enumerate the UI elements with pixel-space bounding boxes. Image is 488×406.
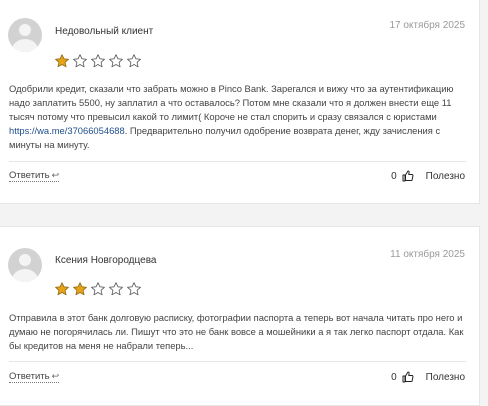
star-empty-icon <box>91 282 105 296</box>
star-empty-icon <box>109 54 123 68</box>
avatar <box>8 248 42 282</box>
star-empty-icon <box>109 282 123 296</box>
avatar <box>8 18 42 52</box>
reply-button[interactable]: Ответить ↩ <box>9 170 60 182</box>
star-empty-icon <box>127 54 141 68</box>
reply-arrow-icon: ↩ <box>51 371 60 381</box>
rating-stars <box>54 281 142 297</box>
reply-arrow-icon: ↩ <box>51 170 60 180</box>
divider <box>9 361 466 362</box>
review-date: 11 октября 2025 <box>390 249 465 260</box>
star-filled-icon <box>55 54 69 68</box>
review-card: Ксения Новгородцева 11 октября 2025 Отпр… <box>0 226 480 406</box>
like-count: 0 <box>391 371 397 383</box>
useful-button[interactable]: Полезно <box>426 171 465 182</box>
reply-button[interactable]: Ответить ↩ <box>9 371 60 383</box>
thumbs-up-icon[interactable] <box>402 371 414 383</box>
review-text: Одобрили кредит, сказали что забрать мож… <box>9 83 454 150</box>
star-filled-icon <box>55 282 69 296</box>
review-link[interactable]: https://wa.me/37066054688 <box>9 125 125 136</box>
likes-block: 0 Полезно <box>391 371 465 383</box>
divider <box>9 161 466 162</box>
thumbs-up-icon[interactable] <box>402 170 414 182</box>
like-count: 0 <box>391 170 397 182</box>
star-empty-icon <box>73 54 87 68</box>
rating-stars <box>54 53 142 69</box>
useful-button[interactable]: Полезно <box>426 372 465 383</box>
review-date: 17 октября 2025 <box>389 20 465 31</box>
star-empty-icon <box>127 282 141 296</box>
star-empty-icon <box>91 54 105 68</box>
review-card: Недовольный клиент 17 октября 2025 Одобр… <box>0 0 480 204</box>
review-author: Недовольный клиент <box>55 26 154 37</box>
review-author: Ксения Новгородцева <box>55 255 157 266</box>
review-text: Отправила в этот банк долговую расписку,… <box>9 312 464 351</box>
star-filled-icon <box>73 282 87 296</box>
likes-block: 0 Полезно <box>391 170 465 182</box>
